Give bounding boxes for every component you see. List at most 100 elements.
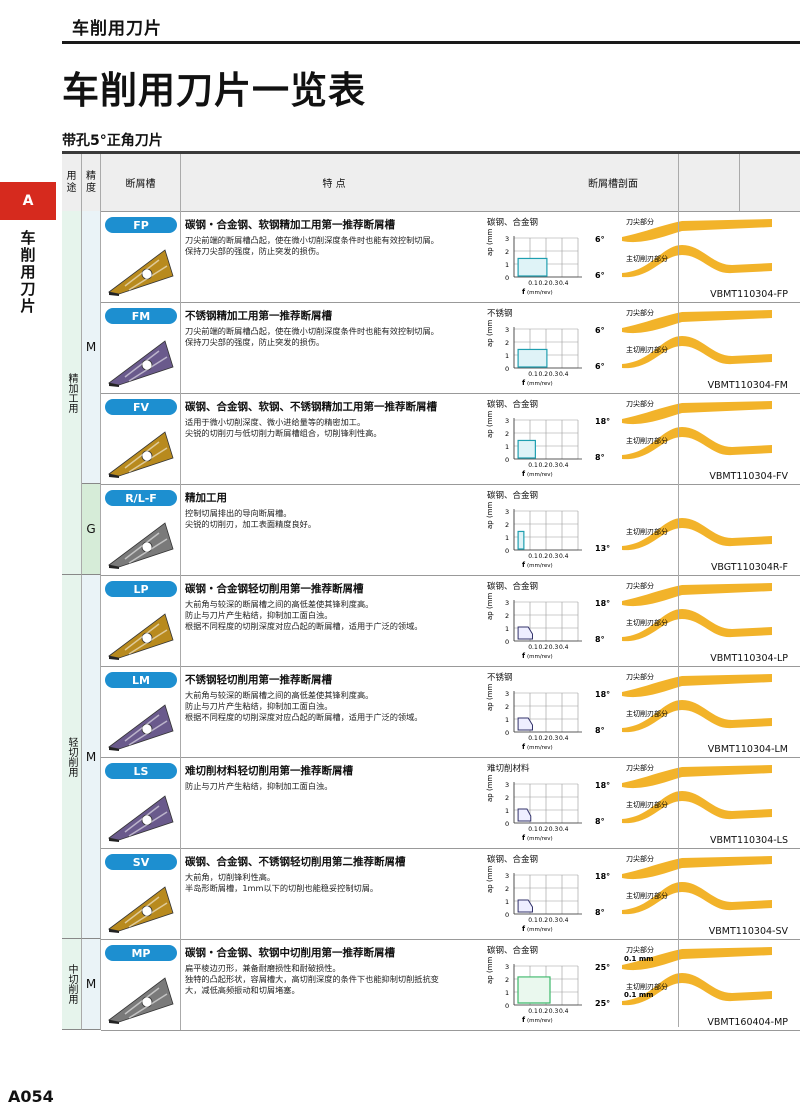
chipbreaker-badge[interactable]: FM — [105, 308, 177, 324]
x-tick-label: 0.3 — [549, 826, 559, 833]
usage-cell: 中切削用 — [62, 939, 82, 1030]
y-tick-label: 3 — [505, 235, 509, 243]
graph-x-label: f — [522, 834, 526, 842]
y-tick-label: 3 — [505, 599, 509, 607]
y-tick-label: 1 — [505, 625, 509, 633]
x-tick-label: 0.4 — [559, 280, 569, 287]
x-tick-label: 0.4 — [559, 462, 569, 469]
insert-top-face — [108, 795, 174, 841]
table-row: LS 难切削材料轻切削用第一推荐断屑槽 防止与刀片产生粘结，抑制加工面白浊。 难切削材… — [101, 757, 800, 849]
graph-y-label: ap (mm) — [486, 774, 494, 802]
chip-cell: SV — [101, 848, 181, 939]
chip-cell: FP — [101, 211, 181, 302]
profile-angle-top: 18° — [595, 872, 610, 881]
graph-x-unit: (mm/rev) — [527, 1018, 553, 1024]
x-tick-label: 0.3 — [549, 280, 559, 287]
cutting-range-graph: ap (mm) 0 1 2 3 0.1 0.2 0.3 0.4 f (mm/rev) — [486, 319, 582, 387]
graph-material-label: 碳钢、合金钢 — [487, 946, 539, 956]
insert-image — [108, 249, 174, 296]
x-tick-label: 0.1 — [528, 826, 538, 833]
insert-hole — [141, 814, 153, 826]
y-tick-label: 3 — [505, 872, 509, 880]
profile-angle-top: 6° — [595, 326, 605, 335]
profile-tip-label: 刀尖部分 — [626, 308, 654, 317]
y-tick-label: 0 — [505, 365, 509, 373]
x-tick-label: 0.1 — [528, 1008, 538, 1015]
y-tick-label: 0 — [505, 1002, 509, 1010]
chipbreaker-badge[interactable]: FV — [105, 399, 177, 415]
feature-line: 保持刀尖部的强度，防止突发的损伤。 — [185, 246, 325, 256]
y-tick-label: 0 — [505, 274, 509, 282]
graph-x-label: f — [522, 379, 526, 387]
graph-x-label: f — [522, 470, 526, 478]
sub-title: 带孔5°正角刀片 — [62, 133, 163, 149]
insert-hole — [141, 450, 153, 462]
model-number: VBGT110304R-F — [710, 562, 788, 573]
feature-line: 尖锐的切削刃与低切削力断屑槽组合，切削锋利性高。 — [185, 428, 382, 438]
graph-y-label: ap (mm) — [486, 501, 494, 529]
x-tick-label: 0.2 — [538, 826, 548, 833]
graph-x-unit: (mm/rev) — [527, 654, 553, 660]
feature-title: 碳钢・合金钢、软钢中切削用第一推荐断屑槽 — [185, 947, 395, 959]
model-number: VBMT160404-MP — [707, 1017, 788, 1028]
feature-block: 碳钢、合金钢、不锈钢轻切削用第二推荐断屑槽 大前角，切削锋利性高。 半岛形断屑槽，1… — [185, 854, 485, 894]
usage-cell: 精加工用 — [62, 211, 82, 575]
feature-line: 刀尖前端的断屑槽凸起，使在微小切削深度条件时也能有效控制切屑。 — [185, 326, 439, 336]
feature-line: 防止与刀片产生粘结，抑制加工面白浊。 — [185, 781, 333, 791]
y-tick-label: 3 — [505, 417, 509, 425]
x-tick-label: 0.3 — [549, 553, 559, 560]
model-number: VBMT110304-FV — [709, 471, 788, 482]
chipbreaker-badge[interactable]: R/L-F — [105, 490, 177, 506]
x-tick-label: 0.4 — [559, 371, 569, 378]
insert-hole — [141, 905, 153, 917]
y-tick-label: 1 — [505, 261, 509, 269]
chip-cell: LS — [101, 757, 181, 848]
y-tick-label: 2 — [505, 430, 509, 438]
feature-line: 防止与刀片产生粘结，抑制加工面白浊。 — [185, 701, 333, 711]
feature-line: 适用于微小切削深度、微小进给量等的精密加工。 — [185, 417, 366, 427]
y-tick-label: 2 — [505, 339, 509, 347]
y-tick-label: 2 — [505, 703, 509, 711]
insert-top-face — [108, 249, 174, 295]
x-tick-label: 0.4 — [559, 644, 569, 651]
y-tick-label: 1 — [505, 807, 509, 815]
y-tick-label: 0 — [505, 911, 509, 919]
chipbreaker-badge[interactable]: LP — [105, 581, 177, 597]
cutting-range-graph: ap (mm) 0 1 2 3 0.1 0.2 0.3 0.4 f (mm/rev) — [486, 865, 582, 933]
profile-angle-bottom: 8° — [595, 817, 605, 826]
y-tick-label: 2 — [505, 612, 509, 620]
feature-line: 防止与刀片产生粘结，抑制加工面白浊。 — [185, 610, 333, 620]
feature-line: 保持刀尖部的强度，防止突发的损伤。 — [185, 337, 325, 347]
model-number: VBMT110304-LS — [709, 835, 788, 846]
chip-cell: LM — [101, 666, 181, 757]
chip-cell: R/L-F — [101, 484, 181, 575]
chipbreaker-badge[interactable]: LM — [105, 672, 177, 688]
chipbreaker-badge[interactable]: MP — [105, 945, 177, 961]
graph-material-label: 碳钢、合金钢 — [487, 582, 539, 592]
cutting-range-graph: ap (mm) 0 1 2 3 0.1 0.2 0.3 0.4 f (mm/rev) — [486, 501, 582, 569]
cutting-range-area — [517, 717, 533, 731]
x-tick-label: 0.2 — [538, 371, 548, 378]
insert-top-face — [108, 613, 174, 659]
profile-tip-label: 刀尖部分 — [626, 399, 654, 408]
chipbreaker-badge[interactable]: LS — [105, 763, 177, 779]
x-tick-label: 0.1 — [528, 553, 538, 560]
chipbreaker-badge[interactable]: SV — [105, 854, 177, 870]
insert-image — [108, 431, 174, 478]
profile-main-label: 主切削刃部分 — [626, 436, 668, 445]
profile-angle-top: 18° — [595, 781, 610, 790]
x-tick-label: 0.4 — [559, 1008, 569, 1015]
profile-angle-top: 18° — [595, 690, 610, 699]
profile-angle-bottom: 8° — [595, 453, 605, 462]
precision-cell: M — [82, 211, 101, 484]
x-tick-label: 0.4 — [559, 735, 569, 742]
chipbreaker-badge[interactable]: FP — [105, 217, 177, 233]
side-tab-letter[interactable]: A — [0, 182, 56, 220]
profile-main-label: 主切削刃部分 — [626, 709, 668, 718]
x-tick-label: 0.3 — [549, 735, 559, 742]
y-tick-label: 3 — [505, 326, 509, 334]
chipbreaker-profile: 18° 刀尖部分 8° 主切削刃部分 — [595, 399, 772, 462]
feature-line: 大前角与较深的断屑槽之间的高低差使其锋利度高。 — [185, 690, 374, 700]
feature-line: 刀尖前端的断屑槽凸起，使在微小切削深度条件时也能有效控制切屑。 — [185, 235, 439, 245]
chipbreaker-profile: 25°刀尖部分25°主切削刃部分0.1 mm0.1 mm — [595, 945, 772, 1008]
